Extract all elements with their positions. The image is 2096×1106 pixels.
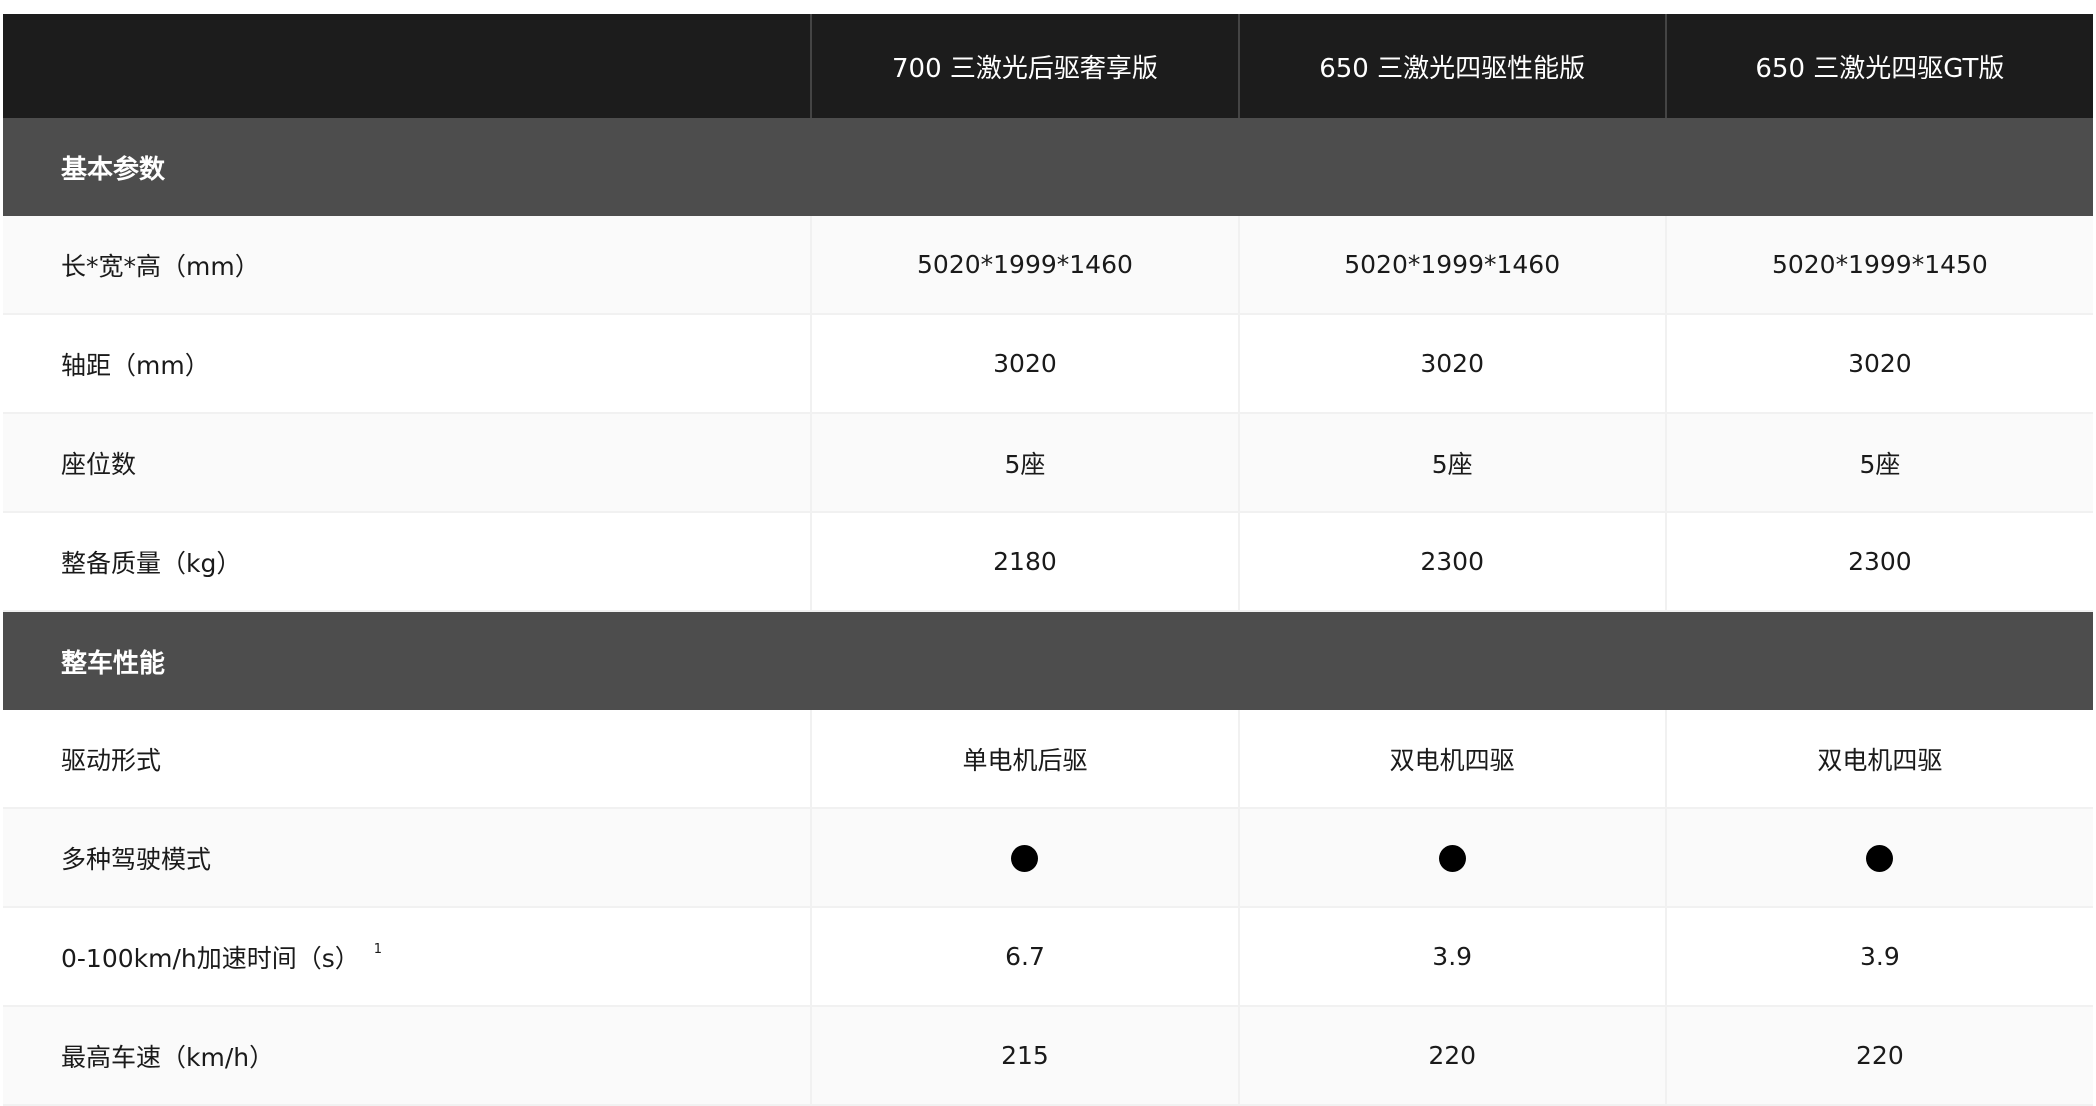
section-title: 整车性能 [3,611,2093,710]
section-title: 基本参数 [3,118,2093,216]
footnote-marker: 1 [373,941,383,957]
cell-value: 6.7 [811,907,1240,1007]
cell-value: 单电机后驱 [811,710,1240,809]
cell-value: 3020 [811,314,1240,414]
table-row: 最高车速（km/h） 215 220 220 [3,1006,2093,1106]
cell-value: 3020 [1665,314,2093,414]
row-label: 轴距（mm） [3,314,813,414]
cell-value [1665,808,2093,908]
cell-value: 3.9 [1238,907,1667,1007]
cell-value [1238,808,1667,908]
section-header-performance: 整车性能 [3,611,2093,710]
table-row: 驱动形式 单电机后驱 双电机四驱 双电机四驱 [3,710,2093,809]
model-header: 650 三激光四驱性能版 [1238,14,1667,118]
cell-value: 2300 [1665,512,2093,612]
table-row: 多种驾驶模式 [3,808,2093,908]
cell-value: 5座 [1665,413,2093,513]
cell-value: 5座 [811,413,1240,513]
filled-dot-icon [1866,845,1894,873]
cell-value: 3020 [1238,314,1667,414]
cell-value: 双电机四驱 [1238,710,1667,809]
header-corner-cell [3,14,813,118]
cell-value [811,808,1240,908]
filled-dot-icon [1438,845,1466,873]
row-label-text: 0-100km/h加速时间（s） [61,943,360,973]
cell-value: 5座 [1238,413,1667,513]
table-row: 轴距（mm） 3020 3020 3020 [3,314,2093,414]
model-header: 700 三激光后驱奢享版 [811,14,1240,118]
section-header-basic: 基本参数 [3,118,2093,216]
table-row: 整备质量（kg） 2180 2300 2300 [3,512,2093,612]
cell-value: 5020*1999*1450 [1665,216,2093,315]
cell-value: 215 [811,1006,1240,1106]
row-label: 多种驾驶模式 [3,808,813,908]
row-label: 0-100km/h加速时间（s） 1 [3,907,813,1007]
row-label: 座位数 [3,413,813,513]
cell-value: 5020*1999*1460 [1238,216,1667,315]
row-label: 长*宽*高（mm） [3,216,813,315]
table-row: 0-100km/h加速时间（s） 1 6.7 3.9 3.9 [3,907,2093,1007]
row-label: 驱动形式 [3,710,813,809]
row-label: 最高车速（km/h） [3,1006,813,1106]
table-row: 座位数 5座 5座 5座 [3,413,2093,513]
cell-value: 220 [1665,1006,2093,1106]
cell-value: 220 [1238,1006,1667,1106]
cell-value: 3.9 [1665,907,2093,1007]
spec-table: 700 三激光后驱奢享版 650 三激光四驱性能版 650 三激光四驱GT版 基… [3,14,2093,1106]
row-label: 整备质量（kg） [3,512,813,612]
filled-dot-icon [1011,845,1039,873]
cell-value: 5020*1999*1460 [811,216,1240,315]
header-row: 700 三激光后驱奢享版 650 三激光四驱性能版 650 三激光四驱GT版 [3,14,2093,118]
cell-value: 双电机四驱 [1665,710,2093,809]
cell-value: 2180 [811,512,1240,612]
table-row: 长*宽*高（mm） 5020*1999*1460 5020*1999*1460 … [3,216,2093,315]
model-header: 650 三激光四驱GT版 [1665,14,2093,118]
cell-value: 2300 [1238,512,1667,612]
